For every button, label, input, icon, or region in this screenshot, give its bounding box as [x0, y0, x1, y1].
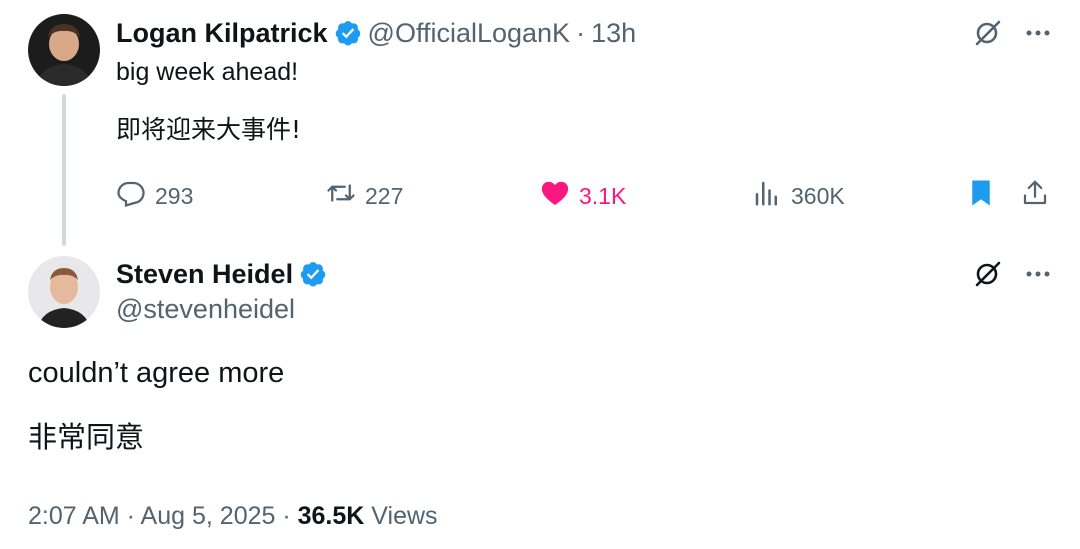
author-name[interactable]: Steven Heidel [116, 259, 293, 290]
share-icon [1020, 178, 1050, 214]
reply-icon [116, 178, 146, 214]
views-count: 360K [791, 182, 845, 209]
retweet-count: 227 [365, 182, 404, 209]
verified-badge-icon [334, 19, 362, 47]
reply-button[interactable]: 293 [116, 178, 193, 214]
bookmark-button[interactable] [966, 178, 996, 214]
tweet-views-label: Views [364, 502, 438, 530]
analytics-icon [752, 178, 782, 214]
verified-badge-icon [299, 260, 327, 288]
bookmark-icon [966, 178, 996, 214]
like-button[interactable]: 3.1K [540, 178, 626, 214]
author-name[interactable]: Logan Kilpatrick [116, 18, 328, 49]
grok-icon[interactable] [972, 258, 1004, 290]
share-button[interactable] [1020, 178, 1050, 214]
more-icon[interactable] [1022, 17, 1054, 49]
grok-icon[interactable] [972, 17, 1004, 49]
heart-icon [540, 178, 570, 214]
avatar-steven[interactable] [28, 256, 100, 328]
tweet-metadata: 2:07 AM · Aug 5, 2025 · 36.5K Views [28, 502, 438, 531]
avatar-logan[interactable] [28, 14, 100, 86]
author-handle[interactable]: @stevenheidel [116, 294, 295, 325]
tweet2-text-line1: couldn’t agree more [28, 357, 285, 389]
retweet-icon [326, 178, 356, 214]
tweet1-text-line2: 即将迎来大事件! [116, 115, 302, 144]
author-handle[interactable]: @OfficialLoganK [368, 18, 571, 49]
thread-line [62, 94, 66, 246]
tweet1-header: Logan Kilpatrick @OfficialLoganK · 13h [116, 15, 636, 51]
tweet-timestamp[interactable]: 2:07 AM · Aug 5, 2025 · [28, 502, 298, 530]
tweet-views-count[interactable]: 36.5K [298, 502, 365, 530]
tweet2-header: Steven Heidel [116, 256, 327, 292]
separator: · [576, 17, 586, 48]
reply-count: 293 [155, 182, 194, 209]
tweet2-text-line2: 非常同意 [28, 420, 145, 454]
tweet1-text-line1: big week ahead! [116, 58, 299, 86]
views-button[interactable]: 360K [752, 178, 845, 214]
like-count: 3.1K [579, 182, 627, 209]
more-icon[interactable] [1022, 258, 1054, 290]
tweet-time[interactable]: 13h [591, 18, 636, 49]
retweet-button[interactable]: 227 [326, 178, 403, 214]
